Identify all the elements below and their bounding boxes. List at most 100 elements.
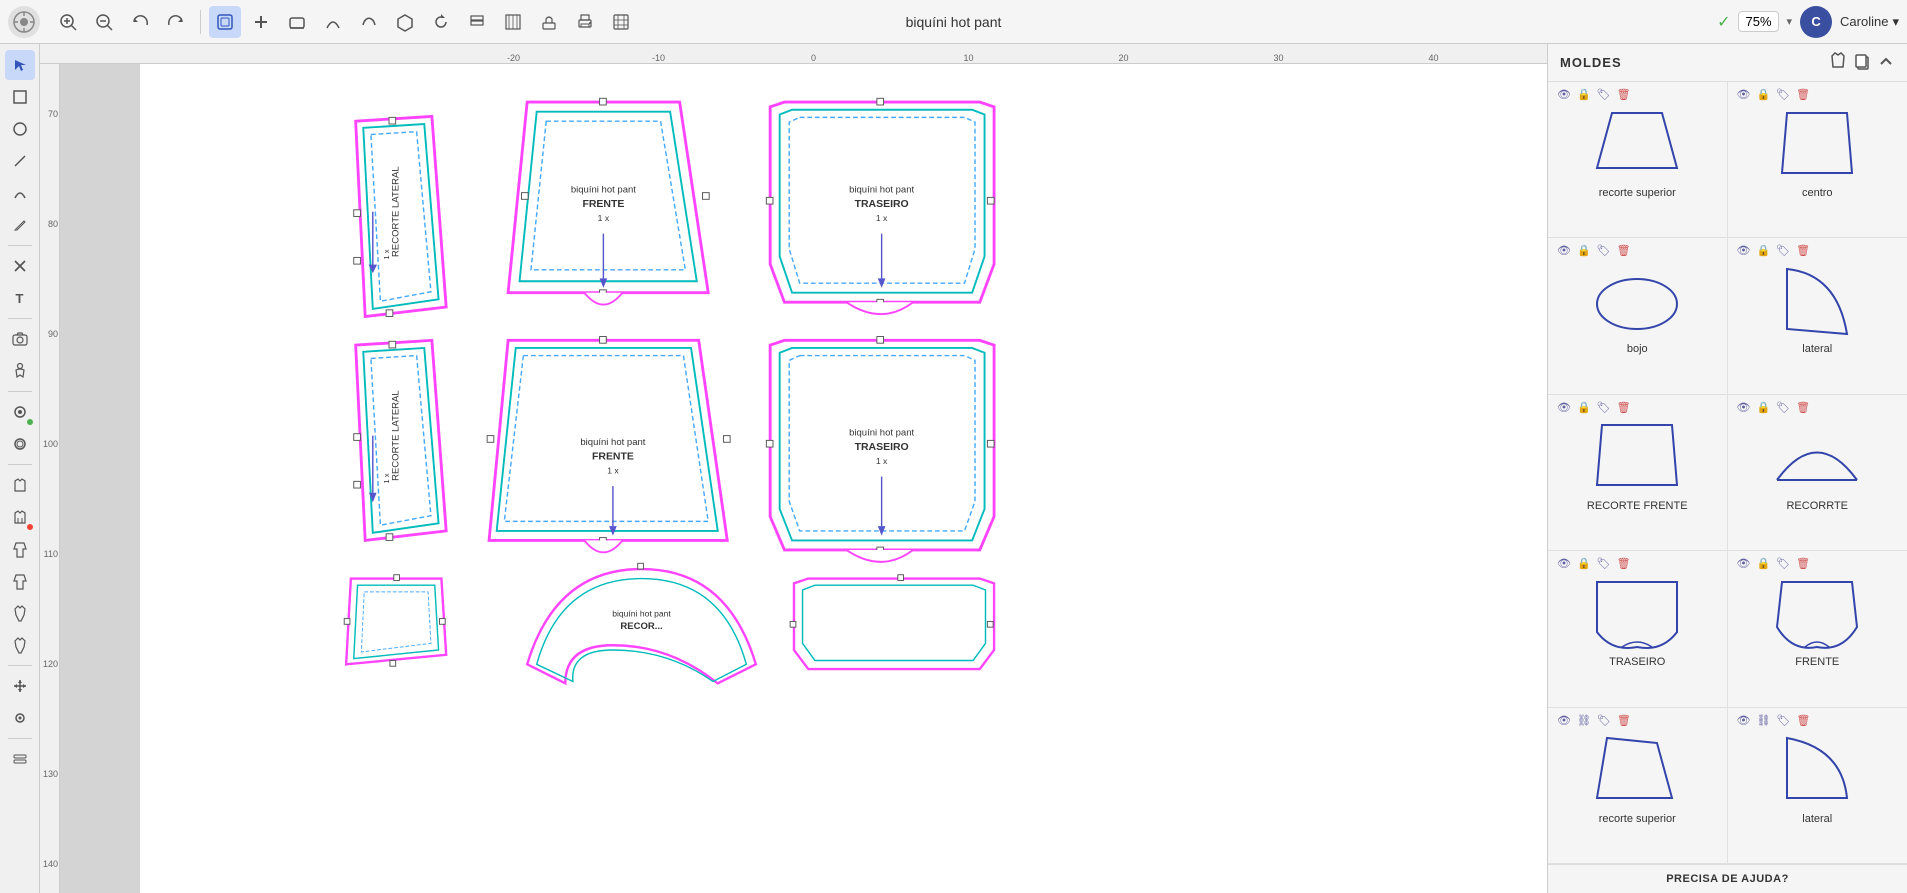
curve1-button[interactable] — [317, 6, 349, 38]
select-tool-button[interactable] — [209, 6, 241, 38]
molde-delete-btn[interactable]: 🗑 — [1795, 714, 1811, 727]
molde-delete-btn[interactable]: 🗑 — [1616, 244, 1632, 257]
molde-delete-btn[interactable]: 🗑 — [1795, 88, 1811, 101]
molde-lock-btn[interactable]: 🔒 — [1576, 557, 1592, 570]
molde-delete-btn[interactable]: 🗑 — [1795, 401, 1811, 414]
move-button[interactable] — [497, 6, 529, 38]
help-footer[interactable]: PRECISA DE AJUDA? — [1548, 864, 1907, 893]
molde-delete-btn[interactable]: 🗑 — [1616, 557, 1632, 570]
molde-eye-btn[interactable]: 👁 — [1556, 557, 1572, 570]
svg-text:FRENTE: FRENTE — [582, 199, 624, 210]
molde-eye-btn[interactable]: 👁 — [1736, 557, 1752, 570]
app-logo[interactable] — [8, 6, 40, 38]
garment1-tool[interactable] — [5, 470, 35, 500]
molde-icons-row: 👁 🔒 🏷 🗑 — [1556, 557, 1632, 570]
molde-tag-btn[interactable]: 🏷 — [1596, 88, 1612, 101]
pin-tool[interactable] — [5, 703, 35, 733]
molde-lock-btn[interactable]: 🔒 — [1576, 88, 1592, 101]
zoom-out-button[interactable] — [88, 6, 120, 38]
erase-button[interactable] — [281, 6, 313, 38]
circle-tool[interactable] — [5, 114, 35, 144]
svg-text:1 x: 1 x — [382, 473, 391, 483]
garment6-tool[interactable] — [5, 630, 35, 660]
molde-label-recorte-superior-2: recorte superior — [1599, 813, 1676, 825]
molde-tag-btn[interactable]: 🏷 — [1775, 401, 1791, 414]
delete-tool[interactable] — [5, 251, 35, 281]
moldes-garment-icon[interactable] — [1829, 52, 1847, 73]
canvas-area: 0 -10 -20 10 20 30 40 70 80 90 100 110 1… — [40, 44, 1547, 893]
molde-delete-btn[interactable]: 🗑 — [1616, 401, 1632, 414]
molde-tag-btn[interactable]: 🏷 — [1775, 88, 1791, 101]
molde-tag-btn[interactable]: 🏷 — [1596, 557, 1612, 570]
moldes-collapse-icon[interactable] — [1877, 52, 1895, 73]
pieces-button[interactable] — [389, 6, 421, 38]
adjust-tool[interactable] — [5, 429, 35, 459]
line-tool[interactable] — [5, 146, 35, 176]
molde-tag-btn[interactable]: 🏷 — [1775, 557, 1791, 570]
pen-tool[interactable] — [5, 210, 35, 240]
body-tool[interactable] — [5, 356, 35, 386]
molde-lock-btn[interactable]: 🔒 — [1755, 88, 1771, 101]
molde-tag-btn[interactable]: 🏷 — [1596, 244, 1612, 257]
molde-delete-btn[interactable]: 🗑 — [1616, 714, 1632, 727]
molde-lock-btn[interactable]: ⛓ — [1576, 714, 1592, 727]
molde-cell-recorte-superior-1: 👁 🔒 🏷 🗑 recorte superior — [1548, 82, 1728, 238]
settings-tool[interactable] — [5, 744, 35, 774]
molde-eye-btn[interactable]: 👁 — [1736, 244, 1752, 257]
molde-label-frente: FRENTE — [1795, 656, 1839, 668]
molde-tag-btn[interactable]: 🏷 — [1596, 401, 1612, 414]
svg-text:biquíni hot pant: biquíni hot pant — [612, 609, 671, 619]
molde-lock-btn[interactable]: 🔒 — [1576, 401, 1592, 414]
camera-tool[interactable] — [5, 324, 35, 354]
curve2-button[interactable] — [353, 6, 385, 38]
redo-button[interactable] — [160, 6, 192, 38]
add-button[interactable] — [245, 6, 277, 38]
molde-shape-recorte-superior-1 — [1587, 105, 1687, 185]
molde-eye-btn[interactable]: 👁 — [1736, 88, 1752, 101]
arrow-tool[interactable] — [5, 50, 35, 80]
fill-tool[interactable] — [5, 397, 35, 427]
molde-lock-btn[interactable]: 🔒 — [1755, 244, 1771, 257]
curve-tool[interactable] — [5, 178, 35, 208]
molde-tag-btn[interactable]: 🏷 — [1775, 714, 1791, 727]
molde-eye-btn[interactable]: 👁 — [1556, 401, 1572, 414]
zoom-dropdown[interactable]: 75% — [1738, 11, 1778, 32]
moldes-grid: 👁 🔒 🏷 🗑 recorte superior 👁 🔒 🏷 — [1548, 82, 1907, 864]
molde-eye-btn[interactable]: 👁 — [1556, 88, 1572, 101]
molde-lock-btn[interactable]: 🔒 — [1576, 244, 1592, 257]
garment2-tool[interactable] — [5, 502, 35, 532]
move-pieces-tool[interactable] — [5, 671, 35, 701]
ruler-mark-v: 90 — [40, 329, 60, 339]
print-button[interactable] — [569, 6, 601, 38]
undo-button[interactable] — [124, 6, 156, 38]
text-tool[interactable]: T — [5, 283, 35, 313]
user-menu[interactable]: Caroline ▾ — [1840, 14, 1899, 30]
ruler-mark-v: 70 — [40, 109, 60, 119]
molde-lock-btn[interactable]: 🔒 — [1755, 401, 1771, 414]
ruler-mark-v: 100 — [40, 439, 60, 449]
zoom-in-button[interactable] — [52, 6, 84, 38]
molde-lock-btn[interactable]: ⛓ — [1755, 714, 1771, 727]
rect-tool[interactable] — [5, 82, 35, 112]
molde-eye-btn[interactable]: 👁 — [1556, 714, 1572, 727]
molde-eye-btn[interactable]: 👁 — [1736, 401, 1752, 414]
layers-button[interactable] — [461, 6, 493, 38]
molde-delete-btn[interactable]: 🗑 — [1795, 244, 1811, 257]
ruler-top: 0 -10 -20 10 20 30 40 — [40, 44, 1547, 64]
molde-lock-btn[interactable]: 🔒 — [1755, 557, 1771, 570]
garment4-tool[interactable] — [5, 566, 35, 596]
stamp-button[interactable] — [533, 6, 565, 38]
molde-tag-btn[interactable]: 🏷 — [1596, 714, 1612, 727]
molde-delete-btn[interactable]: 🗑 — [1795, 557, 1811, 570]
molde-eye-btn[interactable]: 👁 — [1736, 714, 1752, 727]
garment3-tool[interactable] — [5, 534, 35, 564]
molde-icons-row: 👁 🔒 🏷 🗑 — [1736, 401, 1812, 414]
garment5-tool[interactable] — [5, 598, 35, 628]
molde-delete-btn[interactable]: 🗑 — [1616, 88, 1632, 101]
molde-tag-btn[interactable]: 🏷 — [1775, 244, 1791, 257]
molde-eye-btn[interactable]: 👁 — [1556, 244, 1572, 257]
main-canvas[interactable]: RECORTE LATERAL 1 x — [60, 64, 1547, 893]
moldes-copy-icon[interactable] — [1853, 52, 1871, 73]
rotate-button[interactable] — [425, 6, 457, 38]
grid-button[interactable] — [605, 6, 637, 38]
